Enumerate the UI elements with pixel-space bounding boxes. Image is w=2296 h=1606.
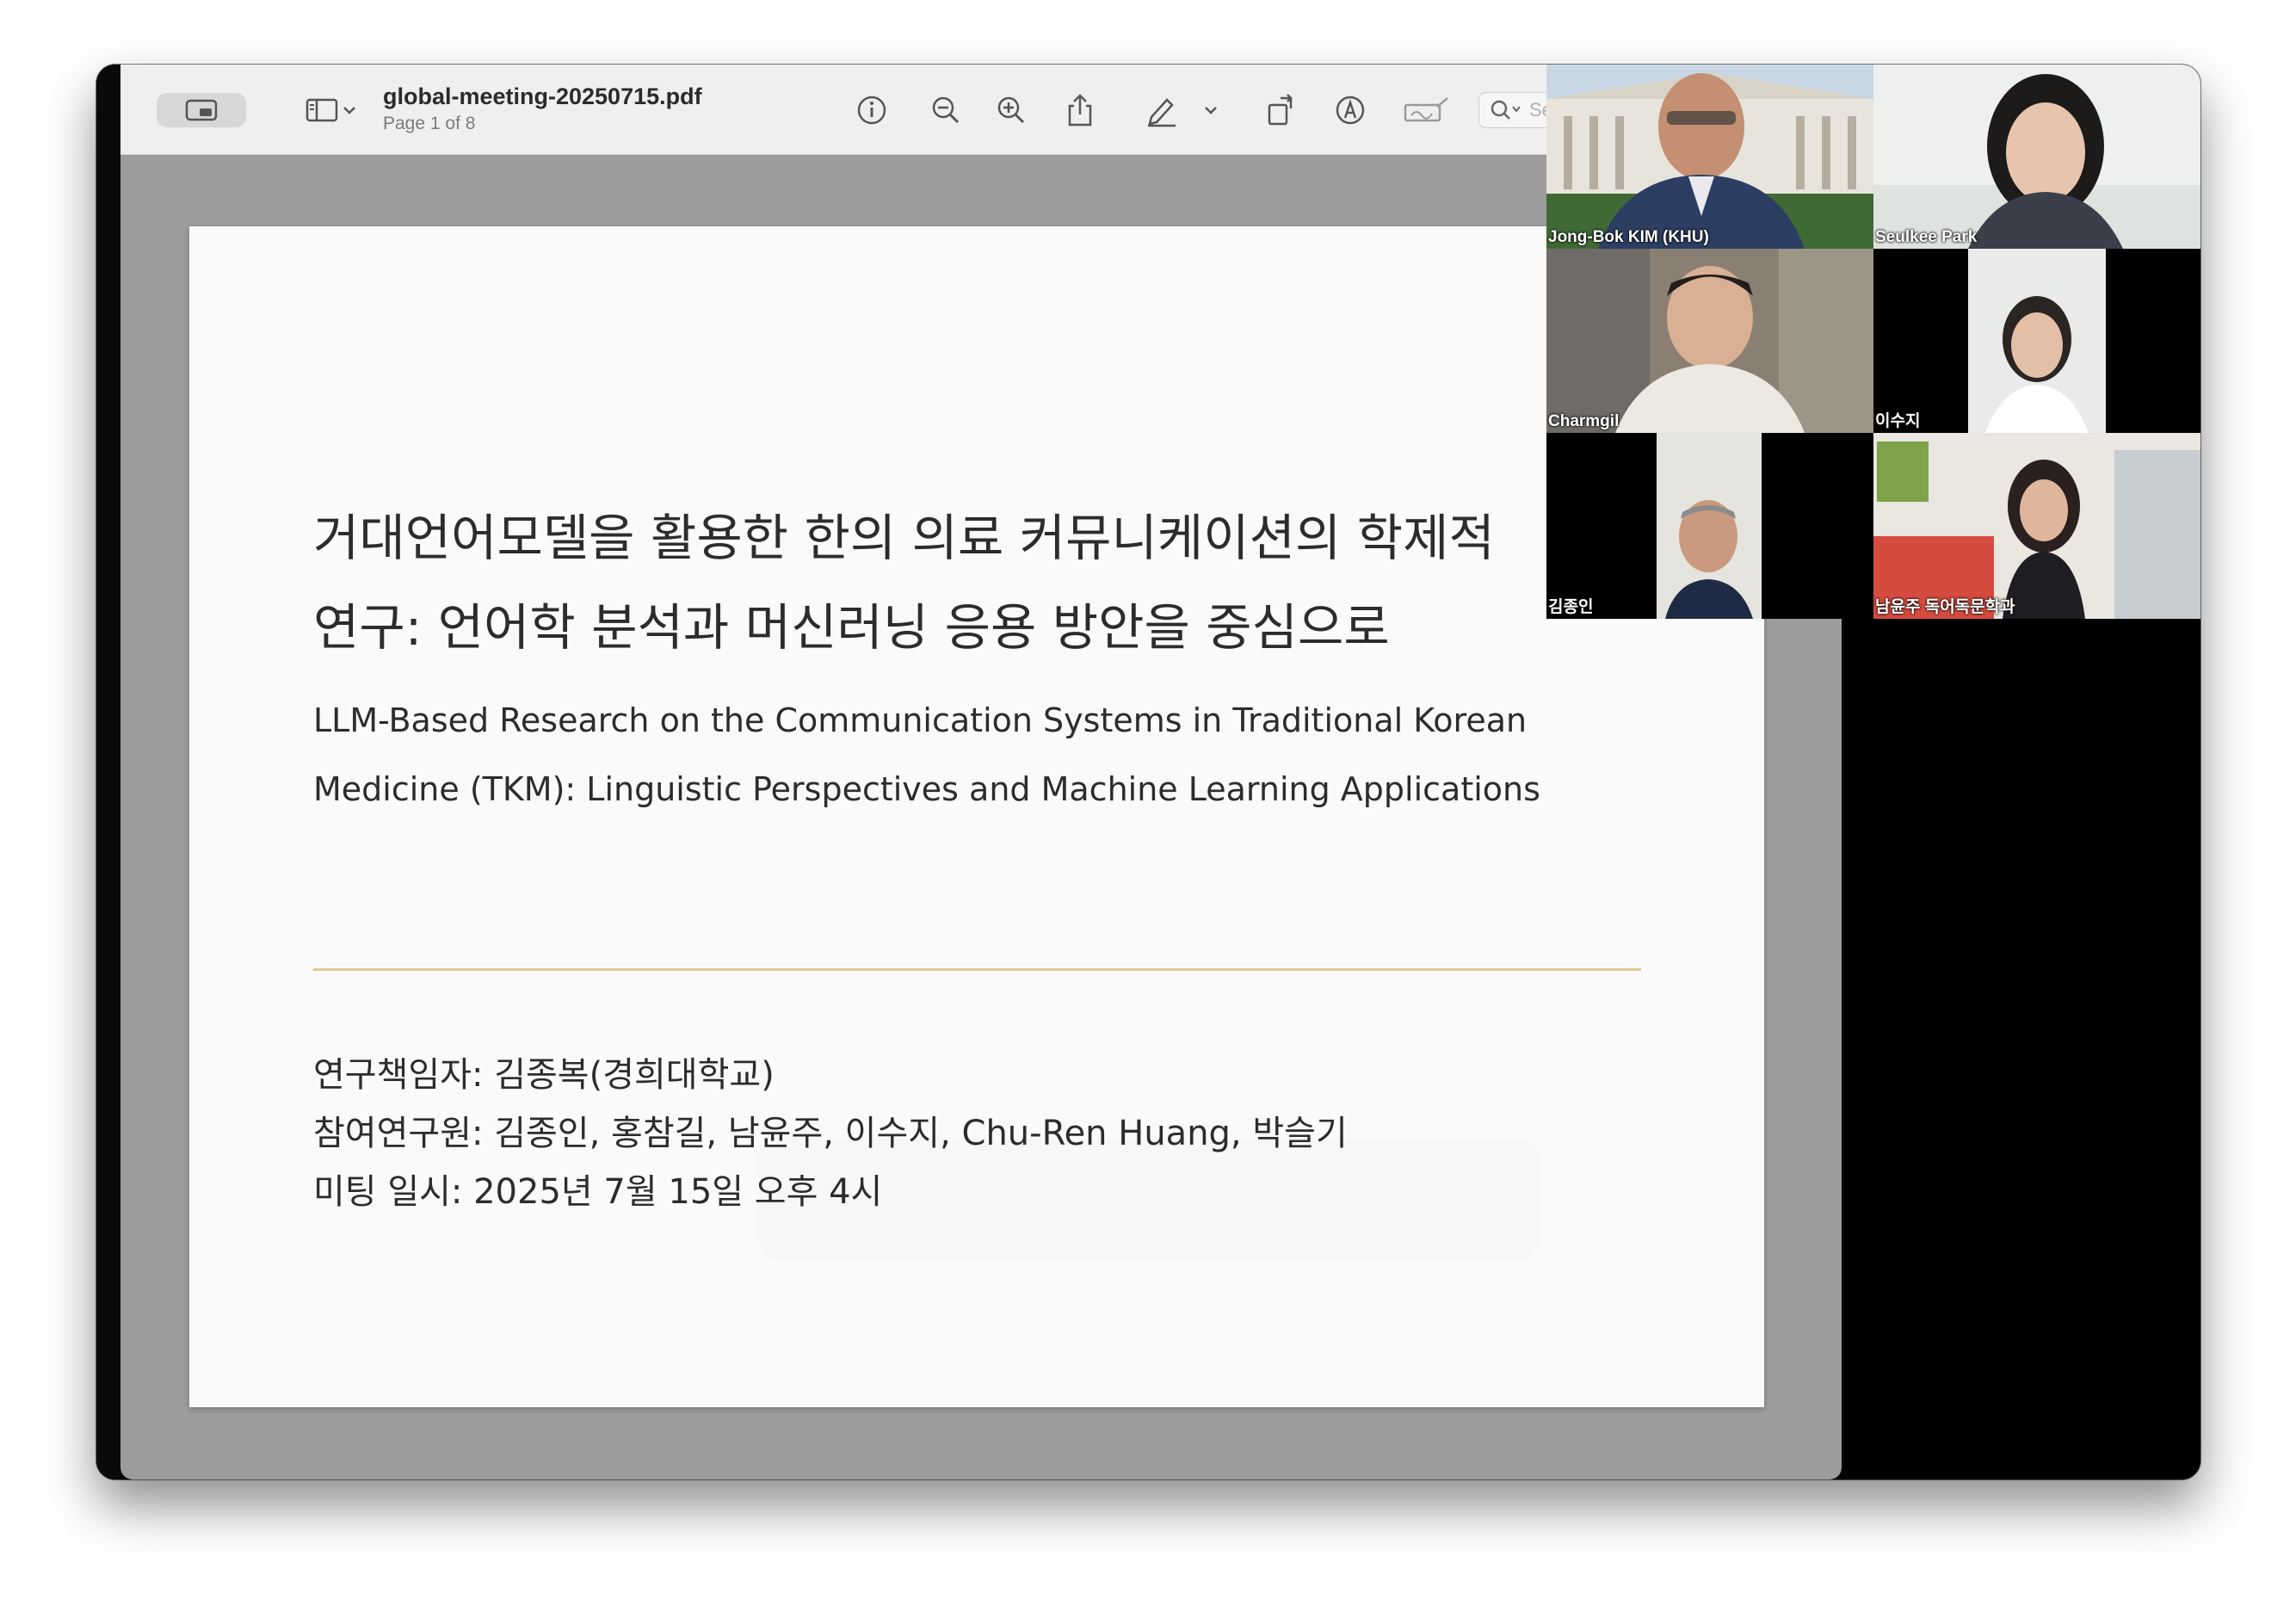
sidebar-layout-icon (306, 98, 338, 122)
info-button[interactable] (850, 87, 893, 133)
document-title: global-meeting-20250715.pdf (383, 83, 702, 109)
participant-name: 남윤주 독어독문학과 (1875, 598, 2015, 616)
participant-tile[interactable]: 이수지 (1873, 249, 2200, 433)
participant-tile[interactable]: 남윤주 독어독문학과 (1873, 433, 2200, 619)
markup-icon (1336, 96, 1365, 125)
signature-icon (1404, 97, 1448, 122)
search-icon (1491, 100, 1521, 120)
page-indicator: Page 1 of 8 (383, 114, 476, 133)
slide-title-english-line: Medicine (TKM): Linguistic Perspectives … (313, 770, 1540, 808)
share-button[interactable] (1059, 87, 1102, 133)
highlight-pen-icon (1148, 98, 1176, 127)
sidebar-toggle-icon (185, 99, 218, 121)
principal-investigator: 연구책임자: 김종복(경희대학교) (313, 1055, 775, 1095)
pdf-page: 거대언어모델을 활용한 한의 의료 커뮤니케이션의 학제적 연구: 언어학 분석… (189, 226, 1764, 1407)
zoom-out-icon (932, 96, 960, 124)
participant-name: 김종인 (1548, 598, 1594, 616)
chevron-down-icon (343, 107, 355, 114)
window-left-edge (96, 65, 120, 1479)
participant-name: Jong-Bok KIM (KHU) (1548, 228, 1709, 246)
markup-button[interactable] (1329, 87, 1372, 133)
zoom-in-button[interactable] (990, 87, 1033, 133)
participant-tile[interactable]: Charmgil (1546, 249, 1873, 433)
slide-title-english-line: LLM-Based Research on the Communication … (313, 701, 1528, 739)
video-participant-grid: Jong-Bok KIM (KHU) Seulkee Park Charmgil… (1546, 65, 2200, 619)
slide-title-korean: 거대언어모델을 활용한 한의 의료 커뮤니케이션의 학제적 연구: 언어학 분석… (313, 493, 1733, 672)
participant-name: 이수지 (1875, 412, 1921, 430)
participant-tile[interactable]: Jong-Bok KIM (KHU) (1546, 65, 1873, 249)
zoom-in-icon (997, 96, 1025, 124)
participant-video-seulkee (1873, 65, 2200, 249)
participant-video-charmgil (1546, 249, 1873, 433)
rotate-button[interactable] (1260, 87, 1303, 133)
slide-title-korean-line: 거대언어모델을 활용한 한의 의료 커뮤니케이션의 학제적 (313, 509, 1495, 567)
participant-video-jongin (1546, 433, 1873, 619)
participant-tile[interactable]: 김종인 (1546, 433, 1873, 619)
slide-title-korean-line: 연구: 언어학 분석과 머신러닝 응용 방안을 중심으로 (313, 598, 1390, 657)
participant-tile[interactable]: Seulkee Park (1873, 65, 2200, 249)
participant-video-suji (1873, 249, 2200, 433)
share-icon (1068, 94, 1092, 127)
sidebar-toggle-button[interactable] (157, 93, 246, 127)
document-title-block: global-meeting-20250715.pdf Page 1 of 8 (383, 83, 702, 134)
chevron-down-icon (1205, 107, 1217, 114)
zoom-out-button[interactable] (924, 87, 967, 133)
faded-playback-controls (757, 1139, 1540, 1259)
rotate-icon (1268, 94, 1293, 126)
participant-name: Charmgil (1548, 412, 1620, 430)
title-divider (313, 968, 1641, 971)
info-icon (857, 96, 886, 125)
participant-name: Seulkee Park (1875, 228, 1978, 246)
highlight-button[interactable] (1136, 87, 1225, 133)
slide-title-english: LLM-Based Research on the Communication … (313, 686, 1733, 824)
sidebar-layout-button[interactable] (293, 87, 370, 133)
participant-video-yunju (1873, 433, 2200, 619)
signature-button[interactable] (1401, 87, 1453, 133)
participant-video-jong-bok (1546, 65, 1873, 249)
app-window: global-meeting-20250715.pdf Page 1 of 8 (96, 65, 2200, 1479)
